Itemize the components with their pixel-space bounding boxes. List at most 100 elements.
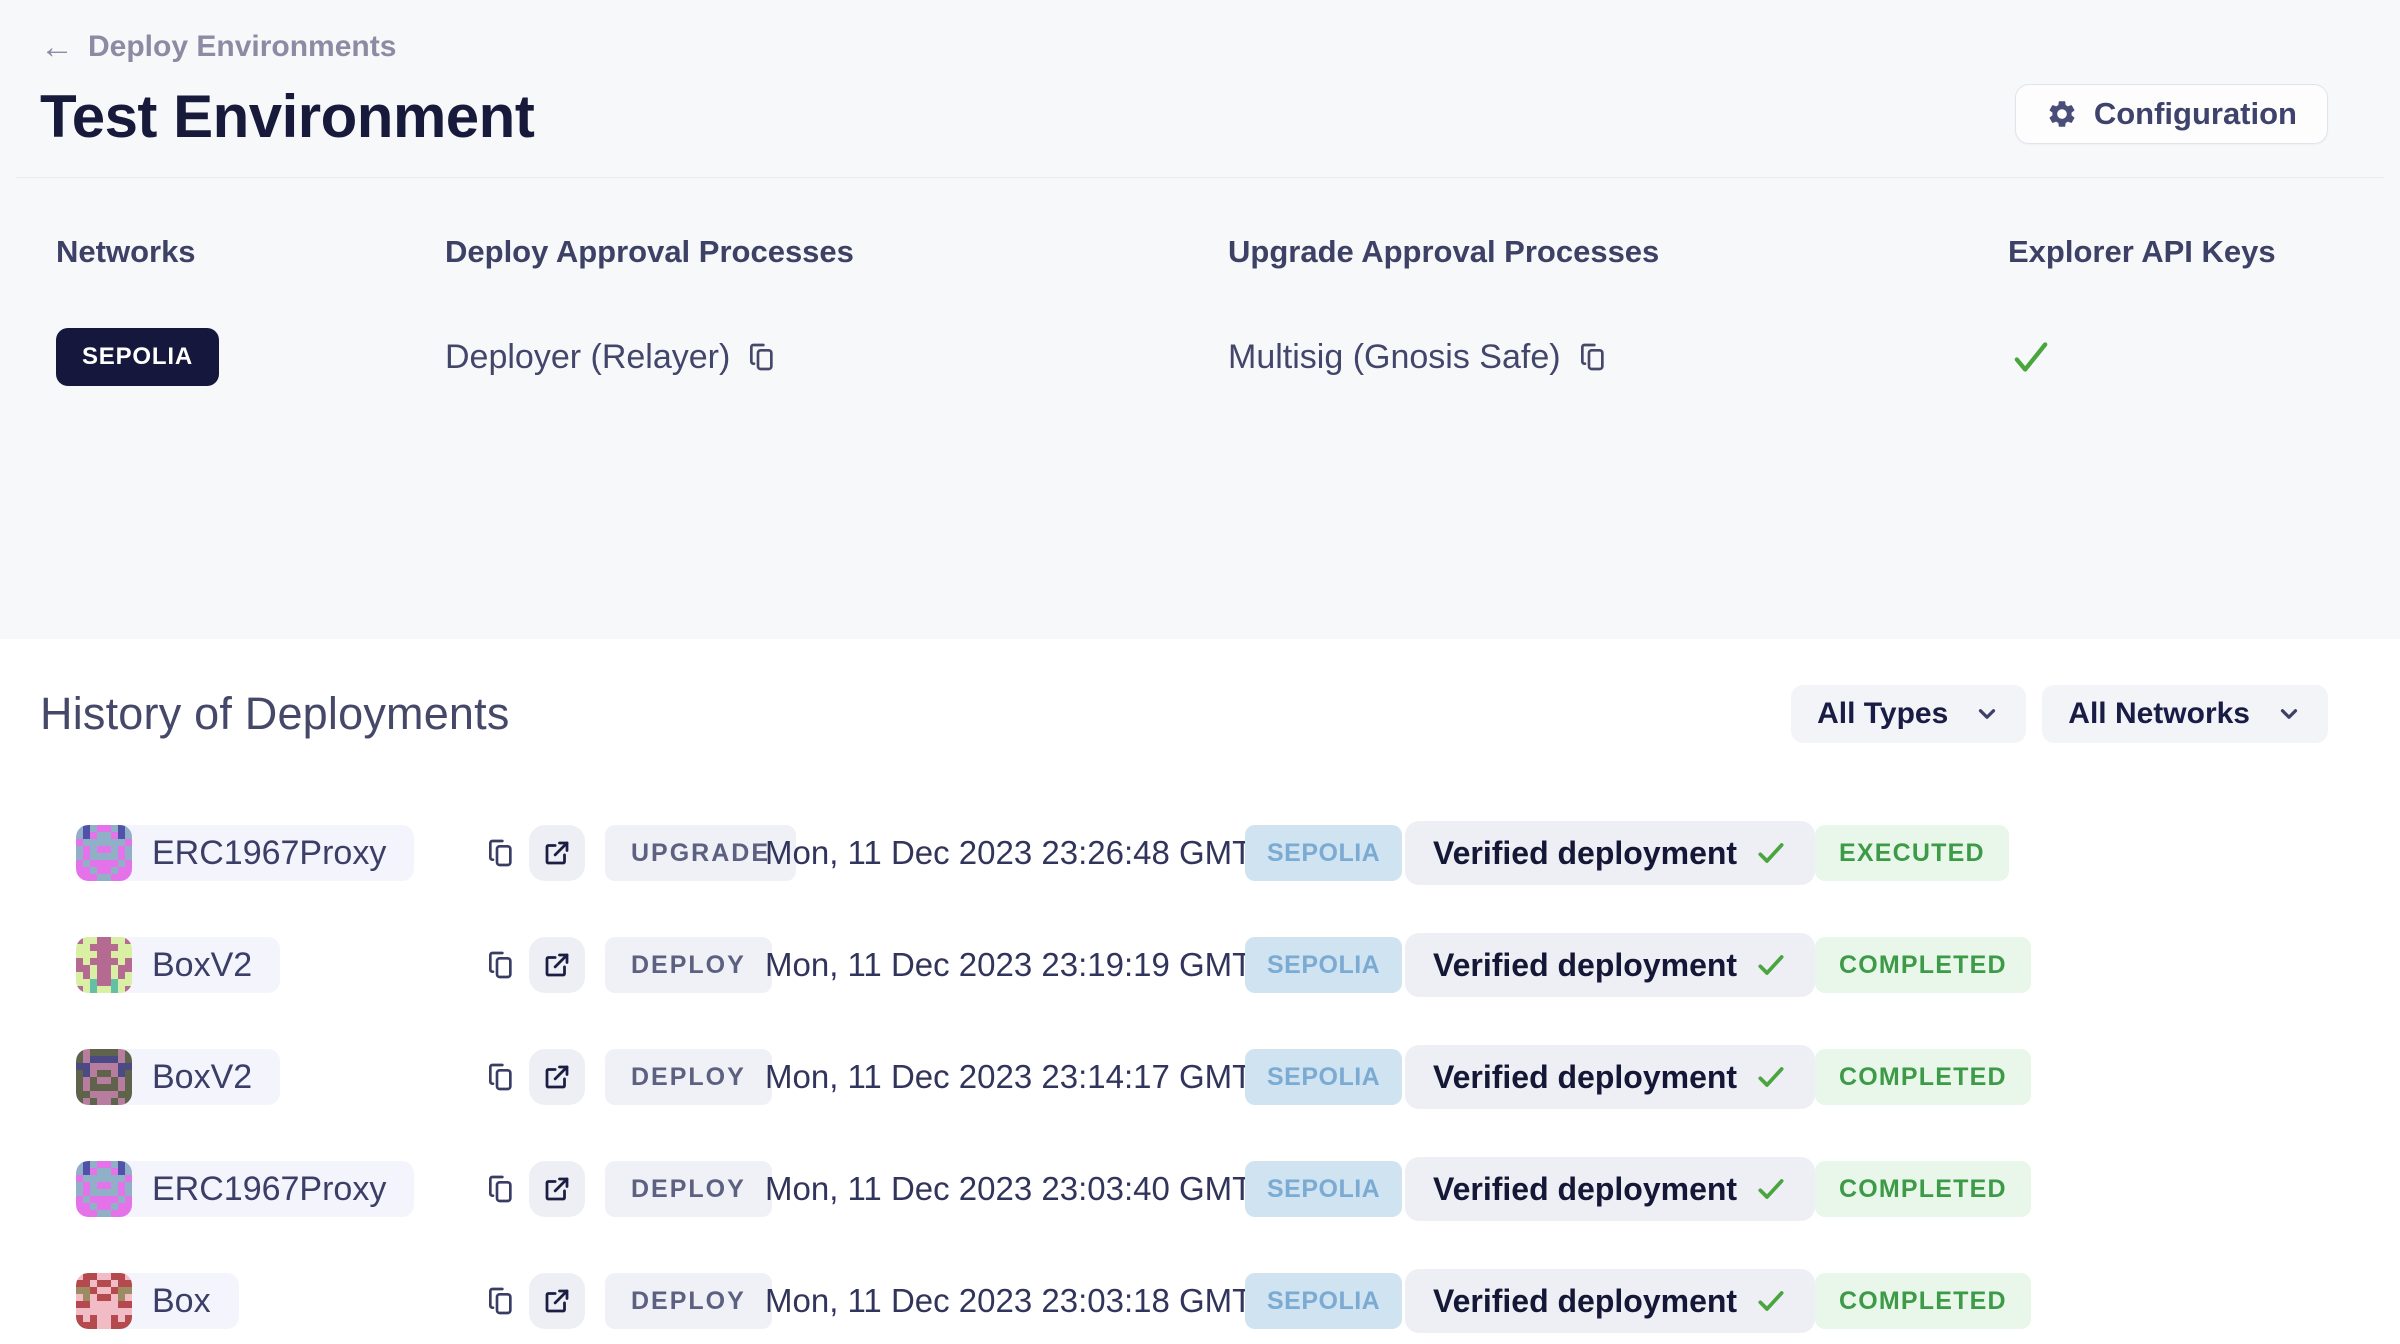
contract-name-chip[interactable]: BoxV2 [76,937,280,993]
copy-icon [485,837,517,869]
verification-status-label: Verified deployment [1433,835,1737,872]
check-icon [2008,337,2054,377]
contract-avatar [76,1273,132,1329]
environment-config-table: Networks Deploy Approval Processes Upgra… [40,178,2360,386]
external-link-button[interactable] [529,1161,585,1217]
copy-icon [485,1061,517,1093]
contract-name: BoxV2 [152,946,252,985]
environment-header-section: ← Deploy Environments Test Environment C… [0,0,2400,639]
deploy-approval-value: Deployer (Relayer) [445,338,730,377]
contract-avatar [76,937,132,993]
contract-name: Box [152,1282,211,1321]
external-link-icon [542,1174,572,1204]
deployment-timestamp: Mon, 11 Dec 2023 23:03:18 GMT [765,1282,1245,1320]
check-icon [1755,1061,1787,1093]
network-badge: SEPOLIA [1245,825,1402,881]
deployment-status-badge: COMPLETED [1815,1161,2031,1217]
verification-status-label: Verified deployment [1433,947,1737,984]
network-badge: SEPOLIA [1245,1273,1402,1329]
contract-avatar [76,1161,132,1217]
chevron-down-icon [2276,701,2302,727]
copy-icon [1577,341,1609,373]
deployment-type-badge: DEPLOY [605,1273,772,1329]
external-link-icon [542,1286,572,1316]
configuration-button-label: Configuration [2094,96,2297,132]
deployment-row: Box DEPLOY Mon, 11 Dec 2023 23:03:18 GMT… [40,1269,2328,1333]
deployment-row: BoxV2 DEPLOY Mon, 11 Dec 2023 23:14:17 G… [40,1045,2328,1109]
contract-name: ERC1967Proxy [152,834,386,873]
check-icon [1755,1173,1787,1205]
copy-address-button[interactable] [485,949,517,981]
external-link-button[interactable] [529,825,585,881]
back-arrow-icon: ← [40,30,74,64]
breadcrumb[interactable]: ← Deploy Environments [40,30,396,64]
deployment-rows-list: ERC1967Proxy UPGRADE Mon, 11 Dec 2023 23… [40,821,2328,1333]
history-of-deployments-section: History of Deployments All Types All Net… [0,639,2400,1333]
copy-icon [485,1285,517,1317]
deployment-status-badge: EXECUTED [1815,825,2009,881]
deployment-row: BoxV2 DEPLOY Mon, 11 Dec 2023 23:19:19 G… [40,933,2328,997]
contract-name: BoxV2 [152,1058,252,1097]
deployment-type-badge: DEPLOY [605,1049,772,1105]
deployment-timestamp: Mon, 11 Dec 2023 23:14:17 GMT [765,1058,1245,1096]
verification-status-label: Verified deployment [1433,1171,1737,1208]
copy-upgrade-approval-button[interactable] [1577,341,1609,373]
filter-all-networks[interactable]: All Networks [2042,685,2328,743]
copy-icon [746,341,778,373]
external-link-button[interactable] [529,1049,585,1105]
filter-all-types[interactable]: All Types [1791,685,2026,743]
column-header-deploy-approval: Deploy Approval Processes [445,234,1228,270]
contract-name-chip[interactable]: ERC1967Proxy [76,1161,414,1217]
network-badge-sepolia: SEPOLIA [56,328,219,386]
deployment-status-badge: COMPLETED [1815,937,2031,993]
deployment-row: ERC1967Proxy UPGRADE Mon, 11 Dec 2023 23… [40,821,2328,885]
network-badge: SEPOLIA [1245,1161,1402,1217]
copy-address-button[interactable] [485,1173,517,1205]
page-title: Test Environment [40,82,534,151]
copy-icon [485,1173,517,1205]
copy-address-button[interactable] [485,837,517,869]
deployment-row: ERC1967Proxy DEPLOY Mon, 11 Dec 2023 23:… [40,1157,2328,1221]
external-link-icon [542,950,572,980]
external-link-button[interactable] [529,1273,585,1329]
contract-avatar [76,825,132,881]
deployment-type-badge: DEPLOY [605,1161,772,1217]
copy-icon [485,949,517,981]
deployment-timestamp: Mon, 11 Dec 2023 23:03:40 GMT [765,1170,1245,1208]
external-link-icon [542,838,572,868]
copy-deploy-approval-button[interactable] [746,341,778,373]
check-icon [1755,949,1787,981]
check-icon [1755,1285,1787,1317]
verification-status-pill: Verified deployment [1405,1157,1815,1221]
verification-status-label: Verified deployment [1433,1283,1737,1320]
deployment-status-badge: COMPLETED [1815,1049,2031,1105]
external-link-button[interactable] [529,937,585,993]
filter-all-networks-label: All Networks [2068,697,2250,731]
column-header-networks: Networks [56,234,445,270]
check-icon [1755,837,1787,869]
verification-status-pill: Verified deployment [1405,1269,1815,1333]
deployment-type-badge: DEPLOY [605,937,772,993]
breadcrumb-label: Deploy Environments [88,30,396,64]
contract-name-chip[interactable]: BoxV2 [76,1049,280,1105]
network-badge: SEPOLIA [1245,1049,1402,1105]
verification-status-pill: Verified deployment [1405,933,1815,997]
copy-address-button[interactable] [485,1061,517,1093]
verification-status-pill: Verified deployment [1405,1045,1815,1109]
network-badge: SEPOLIA [1245,937,1402,993]
contract-name: ERC1967Proxy [152,1170,386,1209]
gear-icon [2046,98,2078,130]
deployment-timestamp: Mon, 11 Dec 2023 23:26:48 GMT [765,834,1245,872]
configuration-button[interactable]: Configuration [2015,84,2328,144]
deployment-timestamp: Mon, 11 Dec 2023 23:19:19 GMT [765,946,1245,984]
external-link-icon [542,1062,572,1092]
history-title: History of Deployments [40,688,510,740]
contract-name-chip[interactable]: ERC1967Proxy [76,825,414,881]
contract-name-chip[interactable]: Box [76,1273,239,1329]
copy-address-button[interactable] [485,1285,517,1317]
verification-status-pill: Verified deployment [1405,821,1815,885]
chevron-down-icon [1974,701,2000,727]
column-header-explorer-api-keys: Explorer API Keys [2008,234,2360,270]
column-header-upgrade-approval: Upgrade Approval Processes [1228,234,2008,270]
verification-status-label: Verified deployment [1433,1059,1737,1096]
